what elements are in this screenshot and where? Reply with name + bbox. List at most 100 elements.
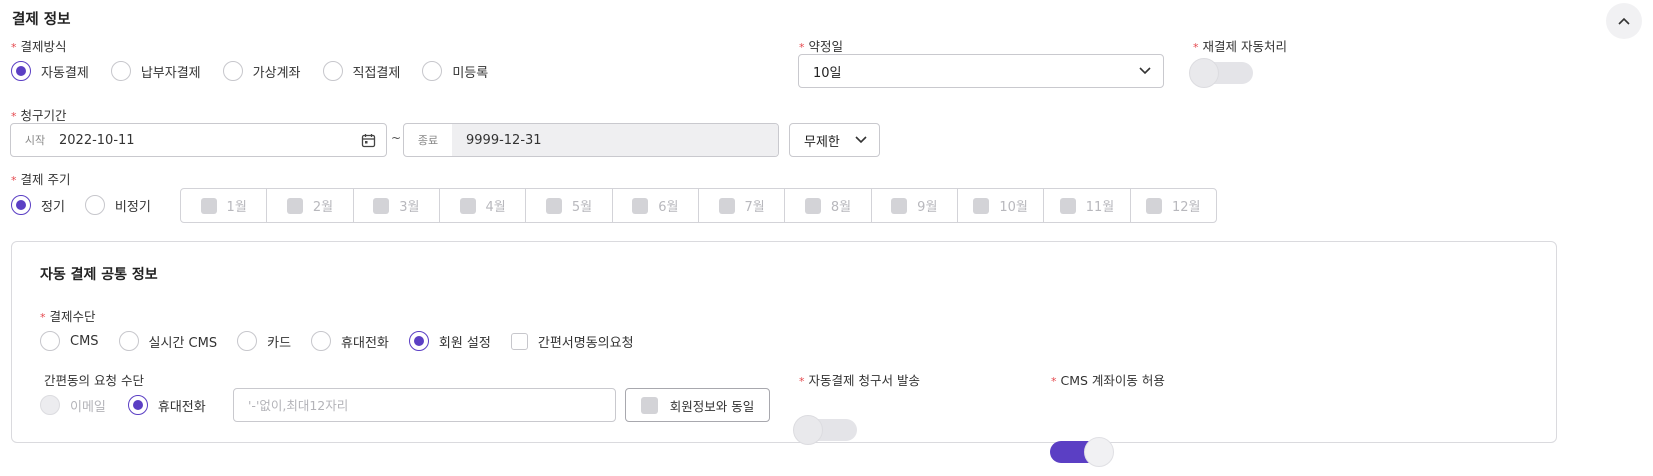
- month-5-checkbox[interactable]: 5월: [526, 189, 613, 222]
- checkbox-box: [640, 396, 658, 414]
- radio-circle: [118, 331, 139, 351]
- simple-agree-radios: 이메일 휴대전화: [40, 395, 226, 415]
- radio-label: 미등록: [452, 65, 489, 81]
- radio-circle: [311, 331, 332, 351]
- month-label: 5월: [571, 200, 593, 215]
- radio-cms[interactable]: CMS: [40, 331, 99, 351]
- radio-mobile[interactable]: 휴대전화: [311, 331, 389, 351]
- radio-unregistered[interactable]: 미등록: [422, 61, 488, 81]
- end-date-prefix: 종료: [417, 134, 439, 147]
- checkbox-box: [545, 197, 562, 214]
- required-mark: *: [11, 41, 17, 54]
- date-separator: ~: [391, 131, 402, 145]
- invoice-send-toggle[interactable]: [793, 415, 857, 445]
- radio-regular[interactable]: 정기: [11, 195, 65, 215]
- invoice-send-label: * 자동결제 청구서 발송: [799, 373, 920, 388]
- agreed-day-label: * 약정일: [799, 39, 844, 54]
- required-mark: *: [1051, 375, 1057, 388]
- checkbox-box: [804, 197, 821, 214]
- radio-member-setting[interactable]: 회원 설정: [408, 331, 491, 351]
- toggle-knob: [793, 415, 823, 445]
- month-6-checkbox[interactable]: 6월: [613, 189, 699, 222]
- month-8-checkbox[interactable]: 8월: [785, 189, 872, 222]
- month-3-checkbox[interactable]: 3월: [354, 189, 440, 222]
- start-date-prefix: 시작: [24, 134, 46, 147]
- month-label: 3월: [399, 200, 420, 215]
- radio-email[interactable]: 이메일: [40, 395, 106, 415]
- radio-label: 가상계좌: [252, 65, 301, 81]
- month-9-checkbox[interactable]: 9월: [872, 189, 958, 222]
- radio-card[interactable]: 카드: [237, 331, 291, 351]
- period-limit-value: 무제한: [804, 134, 840, 150]
- panel-title: 자동 결제 공통 정보: [40, 267, 158, 283]
- radio-label: 납부자결제: [140, 65, 201, 81]
- checkbox-box: [510, 332, 528, 350]
- phone-number-input-wrap: [233, 388, 616, 422]
- billing-period-label: * 청구기간: [11, 108, 67, 123]
- period-limit-select[interactable]: 무제한: [789, 123, 880, 157]
- section-title: 결제 정보: [12, 12, 71, 28]
- radio-circle: [110, 61, 131, 81]
- month-label: 1월: [226, 200, 247, 215]
- radio-agree-mobile[interactable]: 휴대전화: [127, 395, 206, 415]
- same-as-member-label: 회원정보와 동일: [669, 398, 755, 414]
- agreed-day-select[interactable]: 10일: [798, 54, 1164, 88]
- required-mark: *: [11, 174, 17, 187]
- radio-circle: [40, 395, 60, 415]
- payment-method-label: * 결제방식: [11, 39, 67, 54]
- retry-auto-toggle[interactable]: [1189, 58, 1253, 88]
- month-1-checkbox[interactable]: 1월: [181, 189, 268, 222]
- simple-agree-label: 간편동의 요청 수단: [44, 373, 144, 388]
- radio-label: 직접결제: [352, 65, 401, 81]
- toggle-knob: [1189, 58, 1219, 88]
- radio-label: 회원 설정: [438, 335, 491, 351]
- radio-direct-payment[interactable]: 직접결제: [322, 61, 401, 81]
- checkbox-box: [1059, 197, 1076, 214]
- required-mark: *: [40, 311, 46, 324]
- radio-circle: [40, 331, 60, 351]
- required-mark: *: [799, 41, 805, 54]
- payment-means-radios: CMS 실시간 CMS 카드 휴대전화 회원 설정 간편서명동의요청: [40, 331, 654, 351]
- month-7-checkbox[interactable]: 7월: [699, 189, 786, 222]
- month-12-checkbox[interactable]: 12월: [1131, 189, 1216, 222]
- radio-label: 카드: [267, 335, 292, 351]
- payment-cycle-label: * 결제 주기: [11, 172, 71, 187]
- radio-circle: [408, 331, 429, 351]
- required-mark: *: [11, 110, 17, 123]
- radio-payer-payment[interactable]: 납부자결제: [110, 61, 201, 81]
- phone-number-input[interactable]: [248, 397, 601, 413]
- month-label: 7월: [744, 200, 765, 215]
- checkbox-label: 간편서명동의요청: [537, 335, 634, 351]
- radio-label: 비정기: [114, 199, 151, 215]
- checkbox-box: [286, 197, 303, 214]
- radio-label: 휴대전화: [157, 399, 206, 415]
- radio-label: 정기: [41, 199, 65, 215]
- checkbox-box: [459, 197, 476, 214]
- radio-irregular[interactable]: 비정기: [84, 195, 151, 215]
- simple-sign-checkbox[interactable]: 간편서명동의요청: [510, 332, 634, 351]
- month-label: 2월: [312, 200, 334, 215]
- month-4-checkbox[interactable]: 4월: [440, 189, 527, 222]
- month-2-checkbox[interactable]: 2월: [267, 189, 354, 222]
- radio-auto-payment[interactable]: 자동결제: [11, 61, 89, 81]
- month-11-checkbox[interactable]: 11월: [1044, 189, 1131, 222]
- checkbox-box: [973, 197, 990, 214]
- toggle-knob: [1084, 437, 1114, 467]
- month-label: 11월: [1085, 200, 1115, 215]
- agreed-day-value: 10일: [813, 65, 842, 81]
- month-10-checkbox[interactable]: 10월: [958, 189, 1045, 222]
- radio-label: 휴대전화: [341, 335, 389, 351]
- same-as-member-button[interactable]: 회원정보와 동일: [625, 388, 770, 422]
- radio-realtime-cms[interactable]: 실시간 CMS: [118, 331, 217, 351]
- month-label: 10월: [999, 200, 1028, 215]
- checkbox-box: [718, 197, 735, 214]
- start-date-field[interactable]: 시작 2022-10-11: [10, 123, 387, 157]
- required-mark: *: [799, 375, 805, 388]
- collapse-button[interactable]: [1606, 3, 1642, 39]
- payment-means-label: * 결제수단: [40, 309, 96, 324]
- radio-virtual-account[interactable]: 가상계좌: [222, 61, 301, 81]
- cms-move-toggle[interactable]: [1050, 437, 1114, 467]
- calendar-icon[interactable]: [361, 133, 376, 148]
- retry-auto-label: * 재결제 자동처리: [1193, 39, 1287, 54]
- radio-circle: [11, 61, 31, 81]
